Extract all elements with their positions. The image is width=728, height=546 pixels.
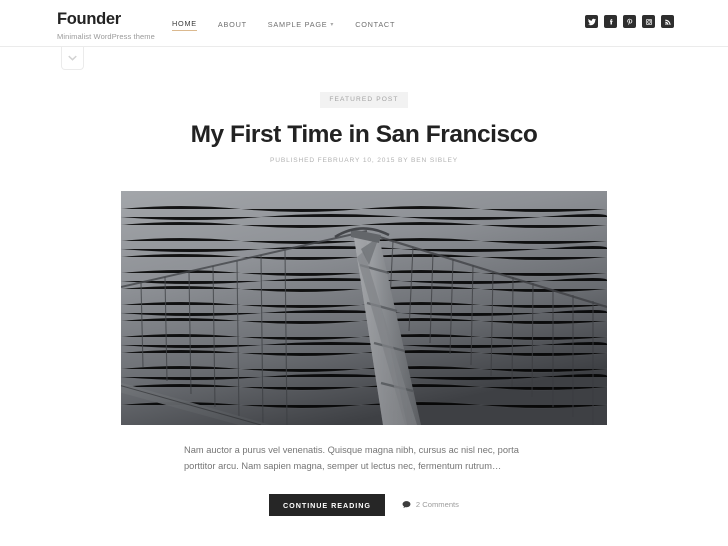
rss-icon[interactable] — [661, 15, 674, 28]
post-excerpt: Nam auctor a purus vel venenatis. Quisqu… — [184, 445, 519, 472]
comment-bubble-icon — [402, 501, 411, 509]
instagram-icon[interactable] — [642, 15, 655, 28]
nav-item-contact-label: CONTACT — [355, 19, 396, 29]
continue-reading-button[interactable]: CONTINUE READING — [269, 493, 385, 516]
nav-item-home[interactable]: HOME — [172, 19, 197, 31]
featured-image[interactable] — [121, 191, 607, 426]
primary-navigation: HOME ABOUT SAMPLE PAGE ▾ CONTACT — [172, 19, 395, 31]
post-title[interactable]: My First Time in San Francisco — [0, 121, 728, 149]
comments-count-label: 2 Comments — [415, 499, 459, 509]
nav-item-contact[interactable]: CONTACT — [355, 20, 395, 31]
main-content: FEATURED POST My First Time in San Franc… — [0, 47, 728, 516]
social-links — [585, 15, 674, 28]
nav-item-about-label: ABOUT — [217, 19, 247, 29]
nav-item-home-label: HOME — [172, 19, 197, 28]
nav-item-about[interactable]: ABOUT — [218, 20, 247, 31]
nav-item-sample-page[interactable]: SAMPLE PAGE ▾ — [268, 20, 334, 31]
comments-link[interactable]: 2 Comments — [402, 500, 459, 509]
twitter-icon[interactable] — [585, 15, 598, 28]
site-header: Founder Minimalist WordPress theme HOME … — [0, 0, 728, 70]
chevron-down-icon — [68, 55, 77, 61]
post-actions: CONTINUE READING 2 Comments — [0, 493, 728, 516]
site-branding[interactable]: Founder Minimalist WordPress theme — [57, 11, 155, 40]
facebook-icon[interactable] — [604, 15, 617, 28]
nav-item-sample-page-label: SAMPLE PAGE — [267, 19, 328, 29]
post-meta: PUBLISHED FEBRUARY 10, 2015 BY BEN SIBLE… — [269, 156, 459, 164]
site-title[interactable]: Founder — [57, 11, 155, 28]
pinterest-icon[interactable] — [623, 15, 636, 28]
site-tagline: Minimalist WordPress theme — [57, 31, 155, 41]
featured-image-graphic — [121, 191, 607, 426]
header-panel-toggle-button[interactable] — [61, 47, 84, 70]
featured-post-badge: FEATURED POST — [320, 92, 408, 108]
chevron-down-icon: ▾ — [330, 22, 335, 29]
